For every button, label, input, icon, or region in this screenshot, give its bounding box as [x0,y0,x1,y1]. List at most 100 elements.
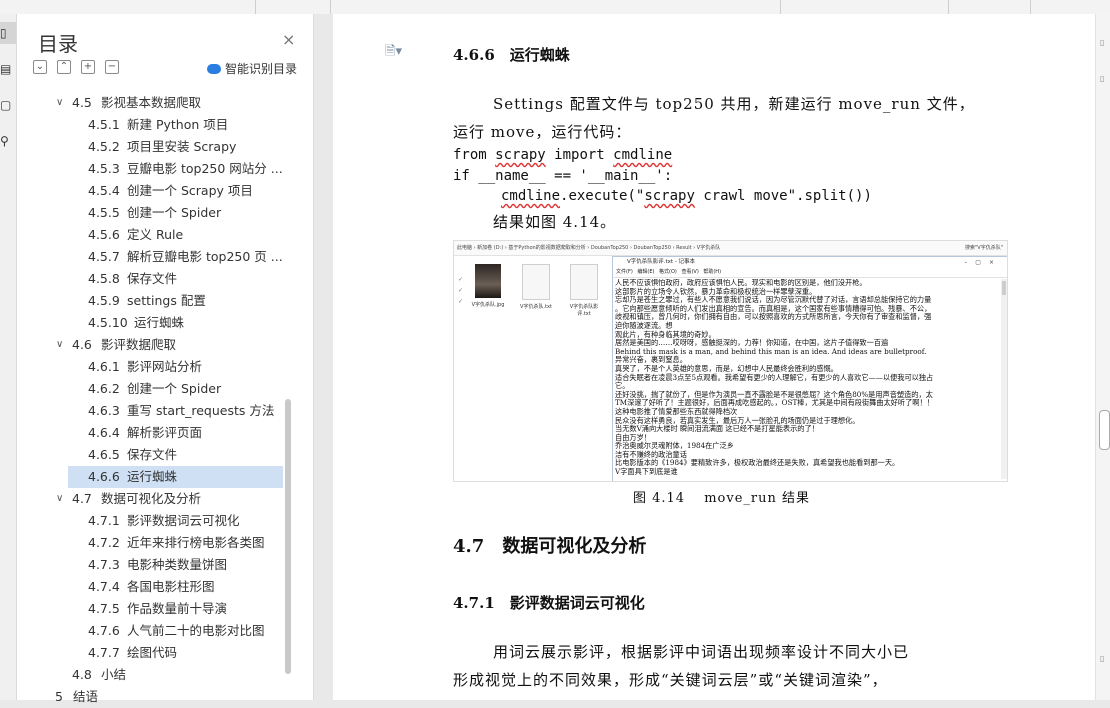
bookmark-icon[interactable]: ▤ [0,58,16,80]
file-item: V字仇杀队.jpg [468,264,508,308]
toc-item[interactable]: ∨ 4.7 数据可视化及分析 [17,488,285,510]
toc-item-number: 4.5.2 [88,139,120,154]
toc-item[interactable]: 4.7.2 近年来排行榜电影各类图 [17,532,285,554]
outline-icon[interactable]: ▯ [0,22,16,44]
heading-4-6-6: 4.6.6 运行蜘蛛 [453,46,570,64]
toc-item[interactable]: ∨ 4.6 影评数据爬取 [17,334,285,356]
toc-item-label: 影评数据词云可视化 [127,513,240,528]
toc-item[interactable]: 4.7.1 影评数据词云可视化 [17,510,285,532]
ribbon-separator [780,0,781,14]
window-controls-icon: –▢× [964,259,1002,266]
ribbon-separator [330,0,331,14]
toc-item[interactable]: 4.5.10 运行蜘蛛 [17,312,285,334]
close-icon[interactable]: × [282,30,295,49]
toc-item[interactable]: 4.6.6 运行蜘蛛 [68,466,283,488]
toc-item-number: 4.5.8 [88,271,120,286]
smart-toc-label: 智能识别目录 [225,62,298,76]
collapse-all-icon[interactable]: ⌃ [57,60,71,74]
figure-screenshot: 此电脑 › 新加卷 (D:) › 基于Python的影视数据爬取和分析 › Do… [453,240,1008,482]
toc-item-number: 4.5.10 [88,315,128,330]
toc-item[interactable]: 4.5.3 豆瓣电影 top250 网站分 ... [17,158,285,180]
chevron-down-icon[interactable]: ∨ [56,488,63,510]
toc-item-label: 作品数量前十导演 [127,601,228,616]
toc-item-number: 4.6.4 [88,425,120,440]
toc-item-label: 创建一个 Spider [127,381,222,396]
toc-item-label: 定义 Rule [127,227,184,242]
toc-item-number: 4.7.3 [88,557,120,572]
toc-item-label: 重写 start_requests 方法 [127,403,275,418]
toc-item[interactable]: 4.8 小结 [17,664,285,686]
notepad-title: V字仇杀队影评.txt - 记事本 [627,259,696,265]
find-icon[interactable]: ⚲ [0,130,16,152]
notepad-scrollbar [1001,279,1007,479]
scrollbar-thumb[interactable] [1099,410,1110,450]
toc-item-number: 4.8 [72,667,92,682]
chevron-down-icon[interactable]: ∨ [56,334,63,356]
toc-item-label: 近年来排行榜电影各类图 [127,535,265,550]
file-item: V字仇杀队.txt [516,264,556,310]
toc-item-label: 创建一个 Spider [127,205,222,220]
notepad-menu: 文件(F) 编辑(E) 格式(O) 查看(V) 帮助(H) [613,268,1007,278]
image-thumbnail [475,264,501,298]
paragraph-line: 形成视觉上的不同效果，形成“关键词云层”或“关键词渲染”， [453,671,888,689]
toc-item[interactable]: 4.5.7 解析豆瓣电影 top250 页 ... [17,246,285,268]
toc-item[interactable]: 4.5.8 保存文件 [17,268,285,290]
toc-item[interactable]: 4.6.1 影评网站分析 [17,356,285,378]
toc-item[interactable]: ∨ 4.5 影视基本数据爬取 [17,92,285,114]
toc-item-label: 新建 Python 项目 [127,117,229,132]
toc-item[interactable]: 4.5.4 创建一个 Scrapy 项目 [17,180,285,202]
explorer-files: ✓ ✓ ✓ V字仇杀队.jpg V字仇杀队.txt V字仇杀队影评.txt [454,256,614,481]
document-scrollbar[interactable]: ▯ ▯ ▯ [1095,14,1110,700]
toc-title: 目录 [38,32,78,56]
toc-item[interactable]: 4.5.5 创建一个 Spider [17,202,285,224]
page-gutter [314,14,333,700]
toc-item-number: 4.7.2 [88,535,120,550]
toc-item[interactable]: 4.7.6 人气前二十的电影对比图 [17,620,285,642]
toc-item-label: 保存文件 [127,447,178,462]
toc-item[interactable]: 4.5.9 settings 配置 [17,290,285,312]
toc-item-number: 4.5.5 [88,205,120,220]
toc-item-label: 各国电影柱形图 [127,579,215,594]
toc-item[interactable]: 4.5.2 项目里安装 Scrapy [17,136,285,158]
toc-item[interactable]: 4.7.4 各国电影柱形图 [17,576,285,598]
toc-item-label: 影视基本数据爬取 [101,95,202,110]
smart-toc-button[interactable]: 智能识别目录 [207,60,297,77]
code-token: cmdline [613,147,673,163]
toc-item-label: 电影种类数量饼图 [127,557,228,572]
code-token: import [545,147,614,163]
toc-item-number: 4.6.3 [88,403,120,418]
code-token: scrapy [495,147,546,163]
toc-item[interactable]: 4.5.1 新建 Python 项目 [17,114,285,136]
notepad-text: 人民不应该惧怕政府，政府应该惧怕人民。现实和电影的区别是，他们没开枪。 这部影片的… [615,279,997,479]
remove-heading-icon[interactable]: − [105,60,119,74]
ribbon-separator [948,0,949,14]
toc-item-number: 4.6.6 [88,469,120,484]
chevron-down-icon[interactable]: ∨ [56,92,63,114]
toc-item[interactable]: 4.6.3 重写 start_requests 方法 [17,400,285,422]
toc-scrollbar[interactable] [285,399,291,674]
toc-item-label: 解析影评页面 [127,425,203,440]
toc-item[interactable]: 5 结语 [17,686,285,708]
toc-item[interactable]: 4.6.5 保存文件 [17,444,285,466]
scroll-marker-icon: ▯ [1100,654,1105,663]
toc-item[interactable]: 4.7.7 绘图代码 [17,642,285,664]
add-heading-icon[interactable]: + [81,60,95,74]
figure-caption: 图 4.14 move_run 结果 [633,491,810,506]
toc-item-number: 4.7.5 [88,601,120,616]
expand-all-icon[interactable]: ⌄ [33,60,47,74]
pages-icon[interactable]: ▢ [0,94,16,116]
toc-item[interactable]: 4.6.2 创建一个 Spider [17,378,285,400]
code-line: cmdline.execute("scrapy crawl move".spli… [501,188,872,204]
toc-item-number: 4.6.2 [88,381,120,396]
left-rail: ▯ ▤ ▢ ⚲ [0,14,17,700]
scroll-marker-icon: ▯ [1100,38,1105,47]
toc-item[interactable]: 4.7.5 作品数量前十导演 [17,598,285,620]
toc-item[interactable]: 4.7.3 电影种类数量饼图 [17,554,285,576]
paragraph-menu-icon[interactable]: 🗎▾ [385,42,402,64]
toc-item[interactable]: 4.6.4 解析影评页面 [17,422,285,444]
toc-item[interactable]: 4.5.6 定义 Rule [17,224,285,246]
notepad-line: 适合失眠者在凌晨3点至5点观看。我希望有更少的人理解它，有更少的人喜欢它——以便… [615,372,934,382]
code-token: .execute(" [560,188,645,204]
document-page: 🗎▾ 4.6.6 运行蜘蛛 Settings 配置文件与 top250 共用，新… [333,14,1095,700]
file-name: V字仇杀队.jpg [471,302,505,308]
